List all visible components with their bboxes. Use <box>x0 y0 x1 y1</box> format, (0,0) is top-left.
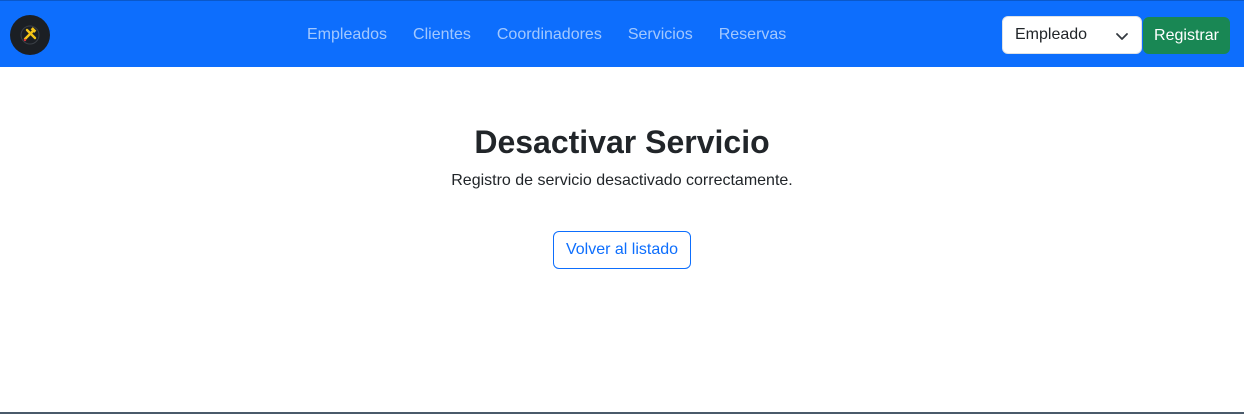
chevron-down-icon <box>1116 33 1128 40</box>
page: Empleados Clientes Coordinadores Servici… <box>0 0 1244 414</box>
role-select[interactable]: Empleado <box>1002 16 1142 54</box>
status-message: Registro de servicio desactivado correct… <box>451 172 793 189</box>
register-button[interactable]: Registrar <box>1143 17 1230 54</box>
nav-links: Empleados Clientes Coordinadores Servici… <box>294 1 799 68</box>
nav-link-coordinadores[interactable]: Coordinadores <box>497 26 602 44</box>
nav-link-clientes[interactable]: Clientes <box>413 26 471 44</box>
back-to-list-button[interactable]: Volver al listado <box>553 231 691 269</box>
nav-link-servicios[interactable]: Servicios <box>628 26 693 44</box>
nav-link-empleados[interactable]: Empleados <box>307 26 387 44</box>
navbar: Empleados Clientes Coordinadores Servici… <box>0 0 1244 67</box>
tools-icon <box>20 25 40 45</box>
page-title: Desactivar Servicio <box>474 124 770 160</box>
logo[interactable] <box>10 15 50 55</box>
nav-link-reservas[interactable]: Reservas <box>719 26 787 44</box>
role-select-value: Empleado <box>1015 26 1088 43</box>
